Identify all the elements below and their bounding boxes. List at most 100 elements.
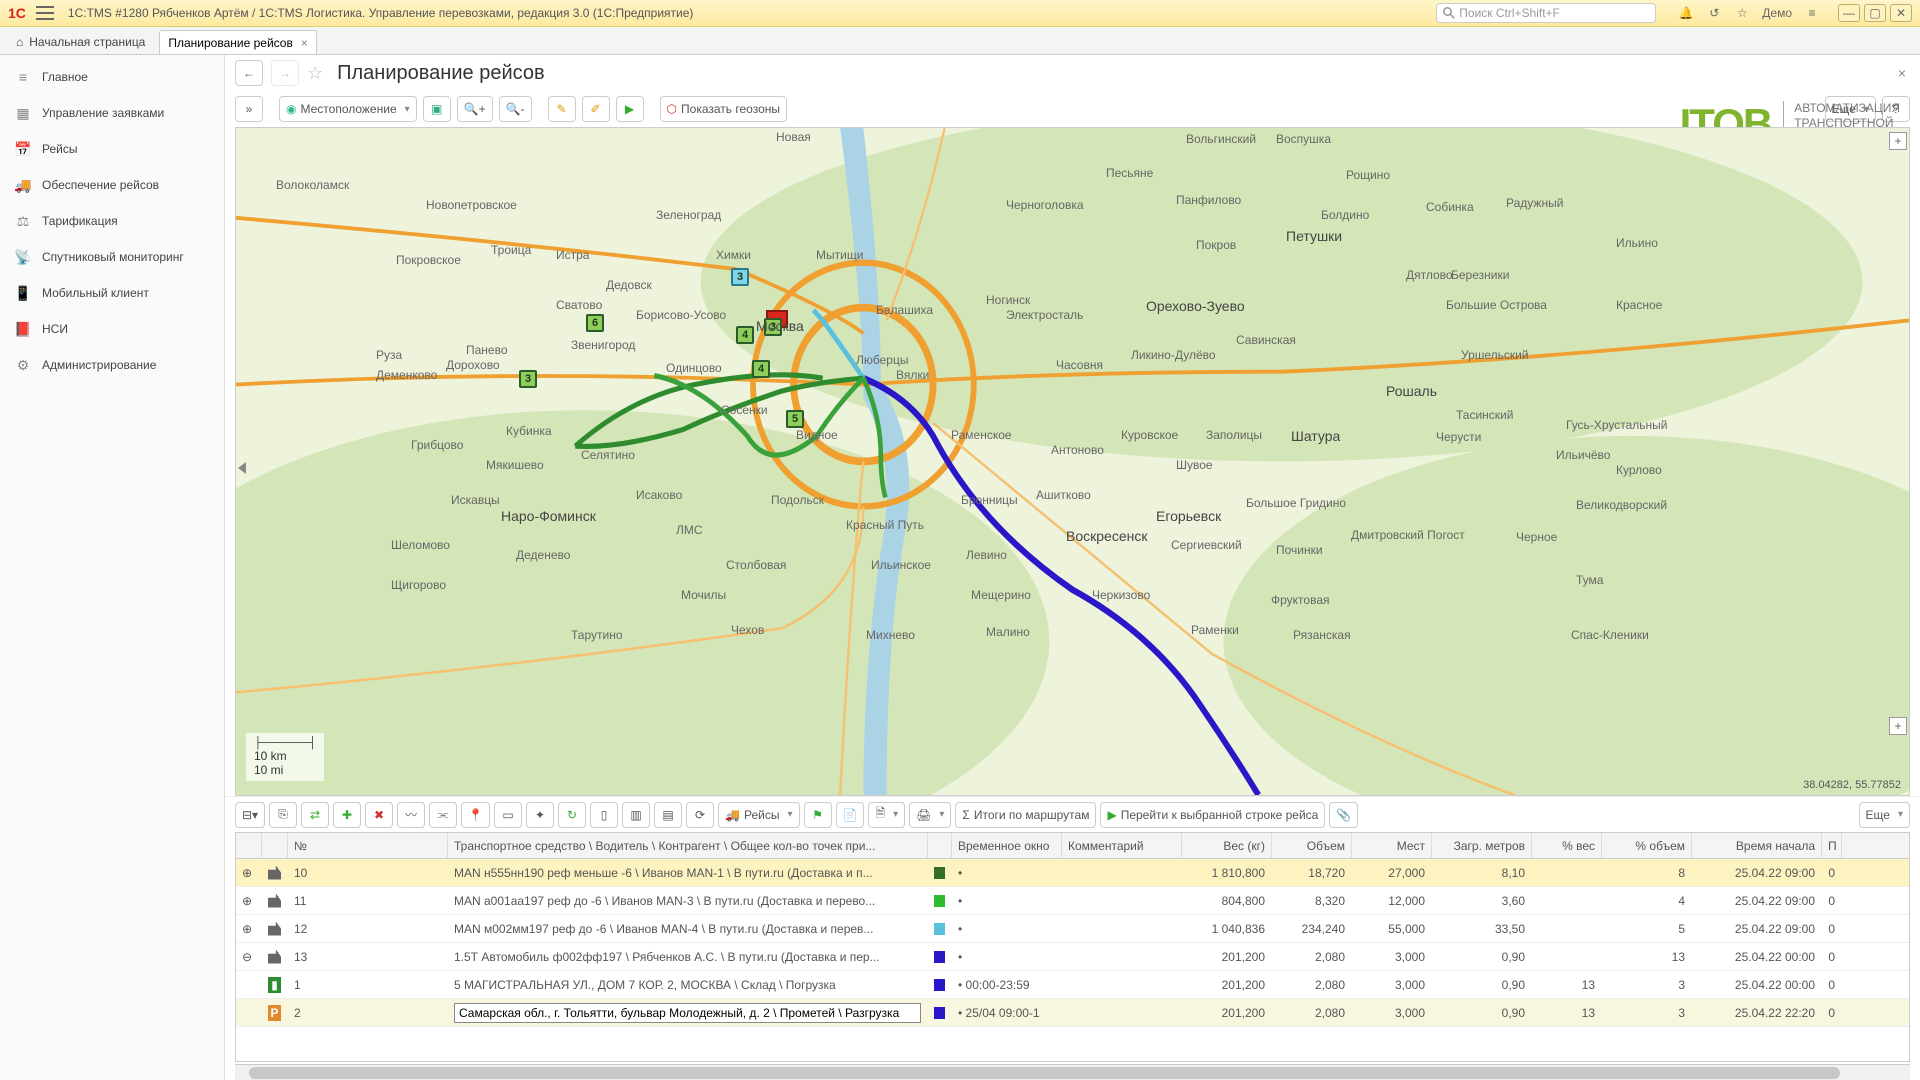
nav-trips[interactable]: 📅Рейсы	[0, 131, 224, 167]
map-marker[interactable]: 3	[731, 268, 749, 286]
gt-pin[interactable]: 📍	[461, 802, 490, 828]
nav-label: Мобильный клиент	[42, 286, 149, 300]
maximize-button[interactable]: ▢	[1864, 4, 1886, 22]
history-icon[interactable]: ↺	[1706, 5, 1722, 21]
expand-button[interactable]: »	[235, 96, 263, 122]
play-button[interactable]: ▶	[616, 96, 644, 122]
geozones-label: Показать геозоны	[681, 102, 780, 116]
gt-col2[interactable]: ▥	[622, 802, 650, 828]
nav-sat[interactable]: 📡Спутниковый мониторинг	[0, 239, 224, 275]
table-row[interactable]: ⊕10MAN н555нн190 реф меньше -6 \ Иванов …	[236, 859, 1909, 887]
map-city-label: Курлово	[1616, 463, 1662, 477]
map-marker[interactable]: 4	[736, 326, 754, 344]
map-city-label: Электросталь	[1006, 308, 1083, 322]
gt-tree[interactable]: ⊟▾	[235, 802, 265, 828]
routes-dropdown[interactable]: 🚚 Рейсы	[718, 802, 799, 828]
grid-more-button[interactable]: Еще	[1859, 802, 1910, 828]
fit-button[interactable]: ▣	[423, 96, 451, 122]
gt-add[interactable]: ✚	[333, 802, 361, 828]
col-last[interactable]: П	[1822, 833, 1842, 858]
gt-copy[interactable]: ⎘	[269, 802, 297, 828]
col-pvolume[interactable]: % объем	[1602, 833, 1692, 858]
page-close-icon[interactable]: ×	[1894, 61, 1910, 85]
col-pweight[interactable]: % вес	[1532, 833, 1602, 858]
gt-doc[interactable]: 📄	[836, 802, 865, 828]
book-icon: 📕	[14, 321, 32, 338]
table-row[interactable]: ⊕12MAN м002мм197 реф до -6 \ Иванов MAN-…	[236, 915, 1909, 943]
nav-mobile[interactable]: 📱 Мобильный клиент	[0, 275, 224, 311]
zoom-in-button[interactable]: 🔍+	[457, 96, 493, 122]
gt-spark[interactable]: ✦	[526, 802, 554, 828]
settings-lines-icon[interactable]: ≡	[1804, 5, 1820, 21]
tab-close-icon[interactable]: ×	[301, 36, 308, 50]
start-page-tab[interactable]: ⌂ Начальная страница	[6, 30, 155, 54]
map-city-label: Малино	[986, 625, 1030, 639]
gt-col1[interactable]: ▯	[590, 802, 618, 828]
global-search[interactable]: Поиск Ctrl+Shift+F	[1436, 3, 1656, 23]
goto-button[interactable]: ▶ Перейти к выбранной строке рейса	[1100, 802, 1325, 828]
col-num[interactable]: №	[288, 833, 448, 858]
map-collapse-icon[interactable]	[238, 462, 246, 474]
satellite-icon: 📡	[14, 249, 32, 266]
location-dropdown[interactable]: ◉Местоположение	[279, 96, 417, 122]
gt-select[interactable]: ▭	[494, 802, 522, 828]
gt-swap[interactable]: ⇄	[301, 802, 329, 828]
map-marker[interactable]: 4	[752, 360, 770, 378]
map-city-label: Мещерино	[971, 588, 1031, 602]
col-vehicle[interactable]: Транспортное средство \ Водитель \ Контр…	[448, 833, 928, 858]
star-icon[interactable]: ☆	[1734, 5, 1750, 21]
nav-forward-button[interactable]: →	[271, 60, 299, 86]
edit-button[interactable]: ✐	[582, 96, 610, 122]
gt-flag[interactable]: ⚑	[804, 802, 832, 828]
nav-back-button[interactable]: ←	[235, 60, 263, 86]
nav-nsi[interactable]: 📕НСИ	[0, 311, 224, 347]
gt-graph[interactable]: ⫘	[429, 802, 457, 828]
nav-orders[interactable]: ▦Управление заявками	[0, 95, 224, 131]
gt-print[interactable]: 🖨	[909, 802, 951, 828]
zoom-out-button[interactable]: 🔍-	[499, 96, 532, 122]
nav-supply[interactable]: 🚚Обеспечение рейсов	[0, 167, 224, 203]
grid-icon: ▦	[14, 105, 32, 122]
col-meters[interactable]: Загр. метров	[1432, 833, 1532, 858]
table-row[interactable]: ▮15 МАГИСТРАЛЬНАЯ УЛ., ДОМ 7 КОР. 2, МОС…	[236, 971, 1909, 999]
table-row[interactable]: ⊕11MAN а001аа197 реф до -6 \ Иванов MAN-…	[236, 887, 1909, 915]
col-timewindow[interactable]: Временное окно	[952, 833, 1062, 858]
pencil-button[interactable]: ✎	[548, 96, 576, 122]
address-input[interactable]	[454, 1003, 921, 1023]
nav-tariff[interactable]: ⚖Тарификация	[0, 203, 224, 239]
phone-icon: 📱	[14, 285, 32, 302]
summary-button[interactable]: Σ Итоги по маршрутам	[955, 802, 1096, 828]
bell-icon[interactable]: 🔔	[1678, 5, 1694, 21]
minimize-button[interactable]: —	[1838, 4, 1860, 22]
grid-hscroll[interactable]	[235, 1064, 1910, 1080]
load-icon: ▮	[268, 977, 281, 993]
color-swatch	[934, 979, 945, 991]
gt-refresh[interactable]: ⟳	[686, 802, 714, 828]
nav-admin[interactable]: ⚙Администрирование	[0, 347, 224, 383]
gt-col3[interactable]: ▤	[654, 802, 682, 828]
col-weight[interactable]: Вес (кг)	[1182, 833, 1272, 858]
gt-docs[interactable]: 🗎	[868, 802, 905, 828]
map-marker[interactable]: 5	[786, 410, 804, 428]
table-row[interactable]: ⊖131.5Т Автомобиль ф002фф197 \ Рябченков…	[236, 943, 1909, 971]
table-row[interactable]: P2• 25/04 09:00-1201,2002,0803,0000,9013…	[236, 999, 1909, 1027]
gt-del[interactable]: ✖	[365, 802, 393, 828]
map[interactable]: 3643435 НоваяВольгинскийВоспушкаВолокола…	[235, 127, 1910, 796]
nav-main[interactable]: ≡Главное	[0, 59, 224, 95]
favorite-icon[interactable]: ☆	[307, 63, 323, 84]
gt-attach[interactable]: 📎	[1329, 802, 1358, 828]
gt-cycle[interactable]: ↻	[558, 802, 586, 828]
map-plus-top[interactable]: +	[1889, 132, 1907, 150]
close-button[interactable]: ✕	[1890, 4, 1912, 22]
menu-icon[interactable]	[36, 6, 54, 20]
map-marker[interactable]: 3	[519, 370, 537, 388]
geozones-button[interactable]: ⬡Показать геозоны	[660, 96, 787, 122]
col-volume[interactable]: Объем	[1272, 833, 1352, 858]
tab-planning[interactable]: Планирование рейсов ×	[159, 30, 316, 54]
map-marker[interactable]: 6	[586, 314, 604, 332]
gt-wave[interactable]: 〰	[397, 802, 425, 828]
col-places[interactable]: Мест	[1352, 833, 1432, 858]
col-start[interactable]: Время начала	[1692, 833, 1822, 858]
map-plus-bottom[interactable]: +	[1889, 717, 1907, 735]
col-comment[interactable]: Комментарий	[1062, 833, 1182, 858]
